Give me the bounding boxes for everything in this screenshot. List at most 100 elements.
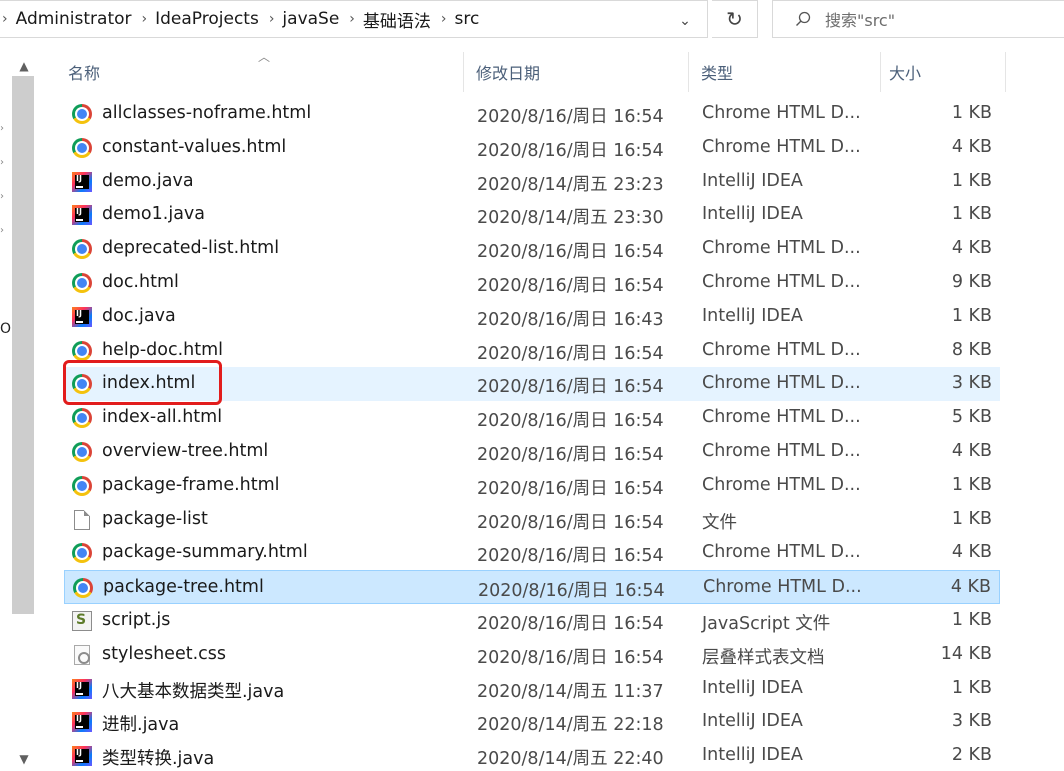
scrollbar-thumb[interactable] [12,76,34,614]
file-row[interactable]: IJ 类型转换.java 2020/8/14/周五 22:40 IntelliJ ID… [64,739,1000,771]
file-size: 1 KB [951,609,992,630]
file-size: 4 KB [951,238,992,259]
file-date: 2020/8/14/周五 11:37 [477,681,664,702]
column-divider[interactable] [688,52,689,92]
expand-arrow-icon[interactable]: › [0,192,10,202]
column-header-date[interactable]: 修改日期 [476,60,540,84]
expand-arrow-icon[interactable]: › [0,226,10,236]
file-size: 1 KB [951,677,992,698]
intellij-icon: IJ [72,678,92,699]
file-type: Chrome HTML D... [702,339,861,360]
file-size: 1 KB [951,170,992,191]
file-name: package-frame.html [102,474,280,495]
file-date: 2020/8/14/周五 23:23 [477,174,664,195]
file-type: Chrome HTML D... [702,271,861,292]
column-header-name[interactable]: 名称 [68,60,100,84]
file-type: 层叠样式表文档 [702,647,825,668]
file-name: script.js [102,609,171,630]
navigation-pane[interactable]: › › › › O [0,48,12,771]
file-date: 2020/8/16/周日 16:54 [477,140,664,161]
chevron-right-icon[interactable]: › [142,11,148,27]
file-size: 1 KB [951,103,992,123]
column-divider[interactable] [880,52,881,92]
search-placeholder: 搜索"src" [825,11,896,30]
column-divider[interactable] [1005,52,1006,92]
file-type: Chrome HTML D... [702,440,861,461]
scroll-up-button[interactable]: ▲ [14,56,34,76]
breadcrumb-item[interactable]: javaSe [282,9,339,29]
intellij-icon: IJ [72,746,92,767]
chrome-icon [72,475,92,496]
intellij-icon: IJ [72,205,92,226]
breadcrumb-item[interactable]: src [455,9,480,29]
file-row[interactable]: overview-tree.html 2020/8/16/周日 16:54 Chro… [64,435,1000,469]
file-name: 八大基本数据类型.java [102,681,285,702]
file-name: package-tree.html [103,577,264,598]
expand-arrow-icon[interactable]: › [0,124,10,134]
column-header-type[interactable]: 类型 [701,60,733,84]
file-row[interactable]: IJ doc.java 2020/8/16/周日 16:43 IntelliJ IDE… [64,300,1000,334]
search-icon [796,11,811,26]
toolbar: › Administrator › IdeaProjects › javaSe … [0,0,1064,40]
file-row[interactable]: deprecated-list.html 2020/8/16/周日 16:54 Ch… [64,232,1000,266]
file-row[interactable]: package-summary.html 2020/8/16/周日 16:54 Ch… [64,536,1000,570]
scroll-down-button[interactable]: ▼ [14,749,34,769]
file-row[interactable]: allclasses-noframe.html 2020/8/16/周日 16:5… [64,97,1000,131]
file-row[interactable]: doc.html 2020/8/16/周日 16:54 Chrome HTML D.… [64,266,1000,300]
chrome-icon [72,340,92,361]
file-type: Chrome HTML D... [702,542,861,563]
chrome-icon [72,239,92,260]
expand-arrow-icon[interactable]: › [0,158,10,168]
file-size: 4 KB [951,542,992,563]
search-input[interactable]: 搜索"src" [772,0,1064,38]
file-date: 2020/8/16/周日 16:54 [477,512,664,533]
chevron-right-icon[interactable]: › [349,11,355,27]
file-size: 8 KB [951,339,992,360]
chrome-icon [72,408,92,429]
intellij-icon: IJ [72,306,92,327]
file-type: 文件 [702,512,737,533]
sort-ascending-icon: ︿ [258,50,271,64]
file-row[interactable]: constant-values.html 2020/8/16/周日 16:54 Ch… [64,131,1000,165]
breadcrumb-item[interactable]: IdeaProjects [155,9,259,29]
file-name: index-all.html [102,407,223,428]
file-date: 2020/8/16/周日 16:54 [477,478,664,499]
file-type: IntelliJ IDEA [702,204,803,225]
file-row[interactable]: IJ demo.java 2020/8/14/周五 23:23 IntelliJ ID… [64,165,1000,199]
file-row[interactable]: stylesheet.css 2020/8/16/周日 16:54 层叠样式表文档 1… [64,638,1000,672]
address-bar[interactable]: › Administrator › IdeaProjects › javaSe … [0,0,708,38]
file-date: 2020/8/16/周日 16:54 [477,647,664,668]
chevron-right-icon[interactable]: › [2,11,8,27]
file-type: IntelliJ IDEA [702,745,803,766]
file-row[interactable]: IJ 进制.java 2020/8/14/周五 22:18 IntelliJ IDEA… [64,705,1000,739]
breadcrumb-item[interactable]: Administrator [16,9,132,29]
file-date: 2020/8/14/周五 22:18 [477,715,664,736]
chevron-right-icon[interactable]: › [269,11,275,27]
breadcrumb-item[interactable]: 基础语法 [363,7,431,32]
column-divider[interactable] [463,52,464,92]
file-type: IntelliJ IDEA [702,711,803,732]
file-row[interactable]: IJ 八大基本数据类型.java 2020/8/14/周五 11:37 Intelli… [64,672,1000,706]
file-size: 14 KB [940,643,992,664]
file-size: 1 KB [951,305,992,326]
file-date: 2020/8/14/周五 22:40 [477,749,664,770]
chevron-right-icon[interactable]: › [441,11,447,27]
file-row[interactable]: Sscript.js 2020/8/16/周日 16:54 JavaScript 文… [64,604,1000,638]
file-row[interactable]: index-all.html 2020/8/16/周日 16:54 Chrome H… [64,401,1000,435]
chevron-down-icon[interactable]: ⌄ [674,10,696,32]
file-size: 5 KB [951,407,992,428]
nav-item-partial[interactable]: O [0,321,11,337]
chrome-icon [72,441,92,462]
file-date: 2020/8/14/周五 23:30 [477,208,664,229]
file-row[interactable]: package-tree.html 2020/8/16/周日 16:54 Chrom… [64,570,1000,604]
file-size: 4 KB [951,136,992,157]
file-type: Chrome HTML D... [702,373,861,394]
file-row[interactable]: package-list 2020/8/16/周日 16:54 文件 1 KB [64,503,1000,537]
file-row[interactable]: IJ demo1.java 2020/8/14/周五 23:30 IntelliJ I… [64,198,1000,232]
refresh-button[interactable]: ↻ [712,0,758,38]
file-row[interactable]: package-frame.html 2020/8/16/周日 16:54 Chro… [64,469,1000,503]
file-name: package-summary.html [102,542,308,563]
file-name: demo1.java [102,204,205,225]
column-header-size[interactable]: 大小 [889,60,921,84]
file-date: 2020/8/16/周日 16:54 [478,581,665,602]
